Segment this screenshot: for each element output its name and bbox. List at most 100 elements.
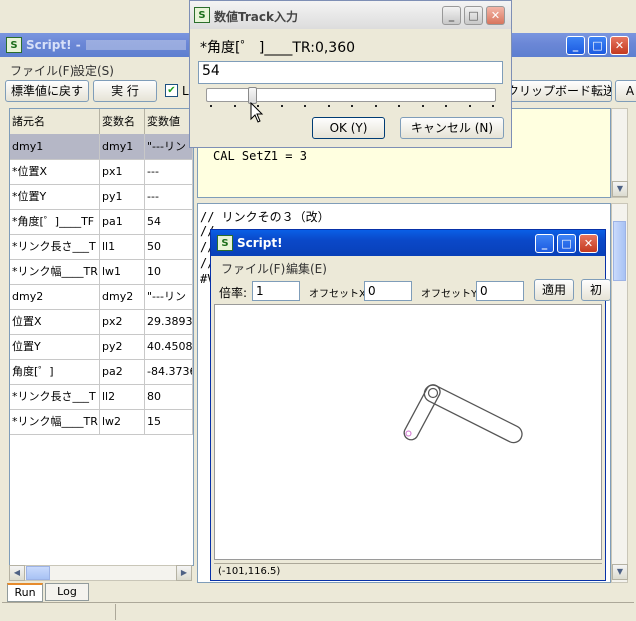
script-menu-file[interactable]: ファイル(F)	[221, 260, 285, 277]
table-cell-value[interactable]: 10	[145, 259, 193, 284]
code-scroll-thumb[interactable]	[613, 221, 626, 281]
slider-tick	[421, 105, 424, 107]
scroll-right-icon[interactable]: ▶	[176, 565, 192, 581]
table-row[interactable]: dmy2 dmy2 "---リン	[10, 284, 193, 310]
table-cell-value[interactable]: ---	[145, 159, 193, 184]
scale-input[interactable]: 1	[252, 281, 300, 301]
table-row[interactable]: dmy1 dmy1 "---リン	[10, 134, 193, 160]
header-variable[interactable]: 変数名	[100, 109, 145, 134]
table-cell-variable[interactable]: dmy1	[100, 134, 145, 159]
table-row[interactable]: *角度[゜]____TF pa1 54	[10, 209, 193, 235]
table-cell-variable[interactable]: lw2	[100, 409, 145, 434]
table-row[interactable]: 角度[゜] pa2 -84.3736	[10, 359, 193, 385]
table-row[interactable]: *リンク幅____TR lw1 10	[10, 259, 193, 285]
table-cell-name[interactable]: 位置X	[10, 309, 100, 334]
header-value[interactable]: 変数値	[145, 109, 193, 134]
table-cell-variable[interactable]: px1	[100, 159, 145, 184]
table-cell-value[interactable]: 29.3893	[145, 309, 193, 334]
script-title-bar[interactable]: S Script! _ □ ✕	[211, 230, 605, 256]
script-menu-edit[interactable]: 編集(E)	[286, 260, 327, 277]
table-cell-value[interactable]: 50	[145, 234, 193, 259]
minimize-icon[interactable]: _	[566, 36, 585, 55]
table-cell-name[interactable]: *リンク幅____TR	[10, 259, 100, 284]
table-cell-name[interactable]: *リンク長さ___T	[10, 384, 100, 409]
table-cell-name[interactable]: *角度[゜]____TF	[10, 209, 100, 234]
table-cell-value[interactable]: 80	[145, 384, 193, 409]
script-close-icon[interactable]: ✕	[579, 234, 598, 253]
table-cell-variable[interactable]: dmy2	[100, 284, 145, 309]
status-divider	[115, 604, 116, 620]
extra-button[interactable]: A	[615, 80, 636, 102]
table-row[interactable]: 位置Y py2 40.4508	[10, 334, 193, 360]
table-cell-name[interactable]: 角度[゜]	[10, 359, 100, 384]
dialog-minimize-icon[interactable]: _	[442, 6, 461, 25]
status-bar	[2, 602, 634, 621]
table-cell-variable[interactable]: px2	[100, 309, 145, 334]
l-checkbox[interactable]: ✔	[165, 84, 178, 97]
script-maximize-icon[interactable]: □	[557, 234, 576, 253]
clipboard-transfer-button[interactable]: クリップボード転送	[506, 80, 612, 102]
table-row[interactable]: *リンク幅____TR lw2 15	[10, 409, 193, 435]
menu-file[interactable]: ファイル(F)	[10, 62, 74, 79]
maximize-icon[interactable]: □	[588, 36, 607, 55]
close-icon[interactable]: ✕	[610, 36, 629, 55]
dialog-close-icon[interactable]: ✕	[486, 6, 505, 25]
table-cell-name[interactable]: *位置X	[10, 159, 100, 184]
table-cell-value[interactable]: "---リン	[145, 134, 193, 159]
app-icon: S	[6, 37, 22, 53]
code-pane-bottom-scrollbar[interactable]: ▼	[611, 203, 628, 583]
tab-log[interactable]: Log	[45, 583, 89, 601]
scroll-thumb[interactable]	[26, 566, 50, 580]
joint-circle	[427, 387, 439, 399]
offset-x-input[interactable]: 0	[364, 281, 412, 301]
table-cell-variable[interactable]: ll1	[100, 234, 145, 259]
table-cell-name[interactable]: *リンク幅____TR	[10, 409, 100, 434]
code-pane-top-scrollbar[interactable]: ▼	[611, 108, 628, 198]
dialog-value-input[interactable]: 54	[198, 61, 503, 84]
table-cell-value[interactable]: 15	[145, 409, 193, 434]
reset-defaults-button[interactable]: 標準値に戻す	[5, 80, 89, 102]
table-cell-variable[interactable]: ll2	[100, 384, 145, 409]
mouse-cursor-icon	[250, 102, 264, 123]
code-scroll-down-icon[interactable]: ▼	[612, 564, 628, 580]
init-button[interactable]: 初	[581, 279, 611, 301]
table-row[interactable]: 位置X px2 29.3893	[10, 309, 193, 335]
table-cell-name[interactable]: 位置Y	[10, 334, 100, 359]
table-cell-variable[interactable]: pa1	[100, 209, 145, 234]
table-row[interactable]: *位置Y py1 ---	[10, 184, 193, 210]
script-minimize-icon[interactable]: _	[535, 234, 554, 253]
table-row[interactable]: *リンク長さ___T ll1 50	[10, 234, 193, 260]
table-cell-name[interactable]: dmy1	[10, 134, 100, 159]
table-cell-value[interactable]: ---	[145, 184, 193, 209]
table-row[interactable]: *位置X px1 ---	[10, 159, 193, 185]
table-cell-variable[interactable]: lw1	[100, 259, 145, 284]
ok-button[interactable]: OK (Y)	[312, 117, 385, 139]
slider-tick	[210, 105, 212, 107]
table-row[interactable]: *リンク長さ___T ll2 80	[10, 384, 193, 410]
dialog-prompt: *角度[゜ ]____TR:0,360	[200, 40, 356, 56]
table-cell-variable[interactable]: py2	[100, 334, 145, 359]
tab-run[interactable]: Run	[7, 583, 43, 602]
table-cell-name[interactable]: *リンク長さ___T	[10, 234, 100, 259]
table-scrollbar[interactable]: ◀ ▶	[9, 565, 192, 581]
table-cell-variable[interactable]: pa2	[100, 359, 145, 384]
offset-y-input[interactable]: 0	[476, 281, 524, 301]
table-cell-variable[interactable]: py1	[100, 184, 145, 209]
table-cell-value[interactable]: -84.3736	[145, 359, 193, 384]
cancel-button[interactable]: キャンセル (N)	[400, 117, 504, 139]
table-cell-value[interactable]: "---リン	[145, 284, 193, 309]
table-cell-value[interactable]: 54	[145, 209, 193, 234]
menu-settings[interactable]: 設定(S)	[73, 62, 114, 79]
run-button[interactable]: 実 行	[93, 80, 157, 102]
apply-button[interactable]: 適用	[534, 279, 574, 301]
dialog-title-bar[interactable]: S 数値Track入力 _ □ ✕	[190, 1, 511, 29]
table-cell-value[interactable]: 40.4508	[145, 334, 193, 359]
scroll-down-icon[interactable]: ▼	[612, 181, 628, 197]
dialog-maximize-icon[interactable]: □	[464, 6, 483, 25]
table-cell-name[interactable]: dmy2	[10, 284, 100, 309]
script-canvas[interactable]	[214, 304, 602, 560]
scroll-left-icon[interactable]: ◀	[9, 565, 25, 581]
table-cell-name[interactable]: *位置Y	[10, 184, 100, 209]
header-name[interactable]: 諸元名	[10, 109, 100, 134]
origin-marker	[405, 430, 412, 437]
